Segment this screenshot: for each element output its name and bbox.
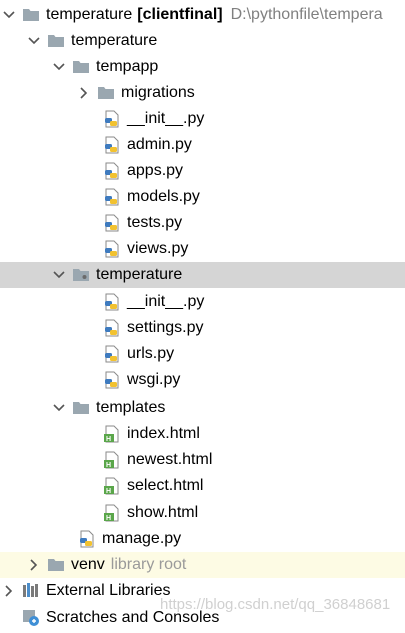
root-label: temperature: [46, 6, 133, 23]
folder-icon: [22, 6, 40, 24]
tree-file-python[interactable]: models.py: [0, 184, 405, 210]
chevron-down-icon[interactable]: [52, 54, 66, 80]
file-label: models.py: [127, 188, 200, 205]
tree-file-python[interactable]: wsgi.py: [0, 367, 405, 393]
folder-label: temperature: [96, 266, 183, 283]
chevron-down-icon[interactable]: [2, 2, 16, 28]
python-file-icon: [103, 162, 121, 180]
python-file-icon: [103, 319, 121, 337]
python-file-icon: [103, 136, 121, 154]
python-file-icon: [103, 293, 121, 311]
file-label: show.html: [127, 504, 199, 521]
svg-text:H: H: [106, 462, 111, 469]
scratch-icon: [22, 609, 40, 627]
chevron-down-icon[interactable]: [52, 262, 66, 288]
html-file-icon: H: [103, 504, 121, 522]
tree-node-root[interactable]: temperature [clientfinal] D:\pythonfile\…: [0, 2, 405, 28]
chevron-right-icon[interactable]: [77, 80, 91, 106]
tree-file-python[interactable]: __init__.py: [0, 289, 405, 315]
file-label: wsgi.py: [127, 371, 181, 388]
python-file-icon: [103, 110, 121, 128]
file-label: tests.py: [127, 214, 183, 231]
file-label: index.html: [127, 425, 200, 442]
tree-file-html[interactable]: H newest.html: [0, 447, 405, 473]
file-label: newest.html: [127, 451, 213, 468]
file-label: __init__.py: [127, 110, 205, 127]
chevron-right-icon[interactable]: [2, 578, 16, 604]
folder-label: venv: [71, 556, 105, 573]
folder-icon: [97, 84, 115, 102]
tree-node-venv[interactable]: venv library root: [0, 552, 405, 578]
python-file-icon: [78, 530, 96, 548]
root-path: D:\pythonfile\tempera: [230, 6, 383, 23]
python-file-icon: [103, 240, 121, 258]
tree-file-python[interactable]: admin.py: [0, 132, 405, 158]
tree-file-python[interactable]: __init__.py: [0, 106, 405, 132]
chevron-right-icon[interactable]: [27, 552, 41, 578]
folder-icon: [72, 399, 90, 417]
module-label: [clientfinal]: [137, 6, 223, 23]
html-file-icon: H: [103, 477, 121, 495]
folder-label: tempapp: [96, 58, 159, 75]
file-label: manage.py: [102, 530, 182, 547]
file-label: views.py: [127, 240, 189, 257]
tree-file-html[interactable]: H index.html: [0, 421, 405, 447]
folder-icon: [47, 32, 65, 50]
html-file-icon: H: [103, 425, 121, 443]
tree-file-python[interactable]: tests.py: [0, 210, 405, 236]
file-label: select.html: [127, 477, 204, 494]
folder-icon: [47, 556, 65, 574]
tree-node-temperature-package[interactable]: temperature: [0, 262, 405, 288]
svg-text:H: H: [106, 436, 111, 443]
folder-label: temperature: [71, 32, 158, 49]
file-label: urls.py: [127, 345, 175, 362]
folder-icon: [72, 58, 90, 76]
tree-node-templates[interactable]: templates: [0, 395, 405, 421]
file-label: __init__.py: [127, 293, 205, 310]
tree-file-python[interactable]: apps.py: [0, 158, 405, 184]
tree-node-tempapp[interactable]: tempapp: [0, 54, 405, 80]
tree-node-temperature-dir[interactable]: temperature: [0, 28, 405, 54]
library-icon: [22, 582, 40, 600]
external-libraries-label: External Libraries: [46, 582, 171, 599]
tree-file-python[interactable]: manage.py: [0, 526, 405, 552]
tree-file-python[interactable]: urls.py: [0, 341, 405, 367]
svg-text:H: H: [106, 488, 111, 495]
svg-text:H: H: [106, 515, 111, 522]
tree-node-migrations[interactable]: migrations: [0, 80, 405, 106]
file-label: admin.py: [127, 136, 192, 153]
tree-file-html[interactable]: H show.html: [0, 500, 405, 526]
html-file-icon: H: [103, 451, 121, 469]
chevron-down-icon[interactable]: [52, 395, 66, 421]
tree-file-html[interactable]: H select.html: [0, 473, 405, 499]
watermark: https://blog.csdn.net/qq_36848681: [160, 596, 391, 613]
file-label: settings.py: [127, 319, 204, 336]
python-file-icon: [103, 214, 121, 232]
python-file-icon: [103, 345, 121, 363]
python-file-icon: [103, 188, 121, 206]
file-label: apps.py: [127, 162, 184, 179]
chevron-down-icon[interactable]: [27, 28, 41, 54]
tree-file-python[interactable]: settings.py: [0, 315, 405, 341]
tree-file-python[interactable]: views.py: [0, 236, 405, 262]
folder-icon: [72, 266, 90, 284]
folder-label: templates: [96, 399, 166, 416]
library-root-hint: library root: [110, 556, 187, 573]
folder-label: migrations: [121, 84, 195, 101]
python-file-icon: [103, 371, 121, 389]
